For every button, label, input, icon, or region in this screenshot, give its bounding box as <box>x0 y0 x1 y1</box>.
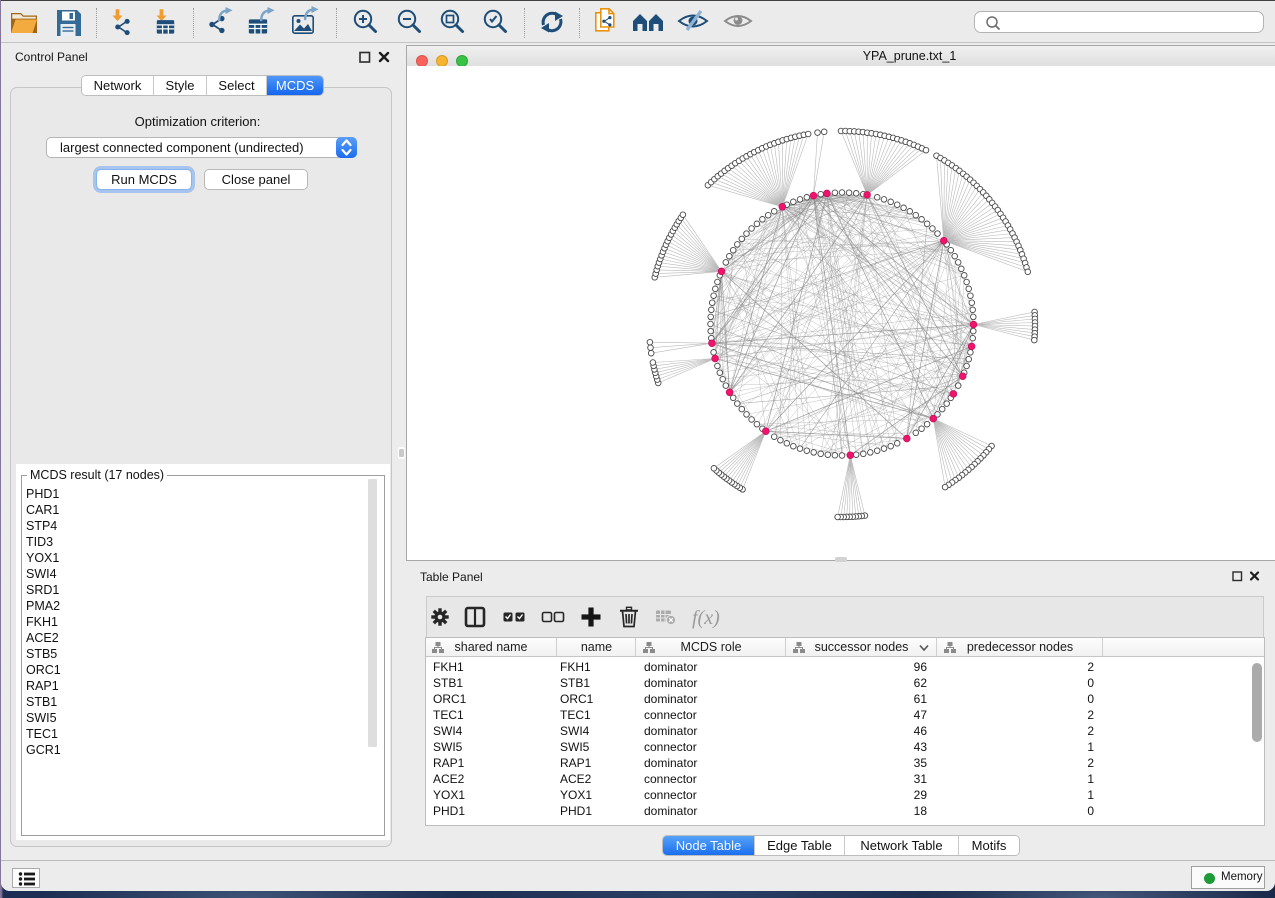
svg-text:f(x): f(x) <box>692 607 720 629</box>
